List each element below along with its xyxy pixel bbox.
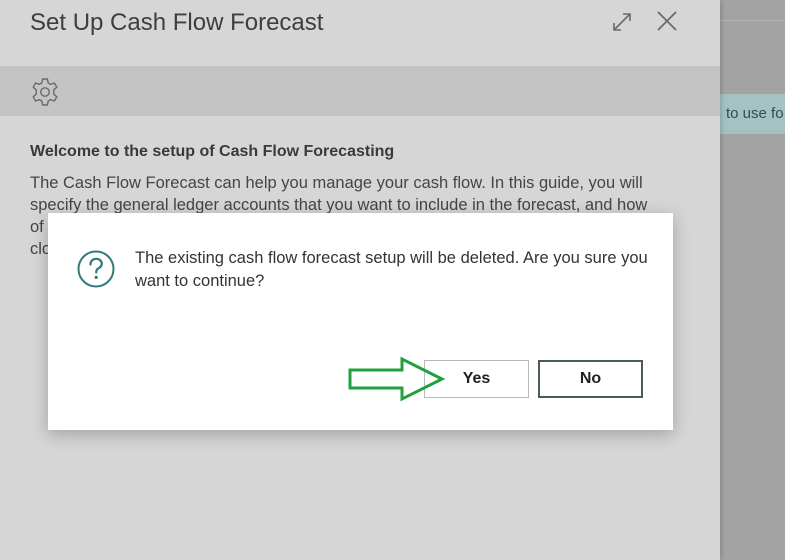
welcome-heading: Welcome to the setup of Cash Flow Foreca… [30, 143, 395, 160]
arrow-annotation-icon [348, 356, 446, 402]
close-icon[interactable] [652, 6, 682, 36]
background-divider [720, 20, 785, 21]
dialog-message: The existing cash flow forecast setup wi… [135, 249, 648, 290]
gear-icon[interactable] [29, 76, 61, 108]
page-title: Set Up Cash Flow Forecast [30, 9, 324, 36]
welcome-line: The Cash Flow Forecast can help you mana… [30, 174, 643, 192]
no-button[interactable]: No [538, 360, 643, 398]
question-icon [76, 249, 116, 289]
expand-icon[interactable] [608, 8, 636, 36]
background-page [720, 0, 785, 560]
wizard-toolbar [0, 66, 720, 116]
background-banner: to use fo [720, 94, 785, 134]
